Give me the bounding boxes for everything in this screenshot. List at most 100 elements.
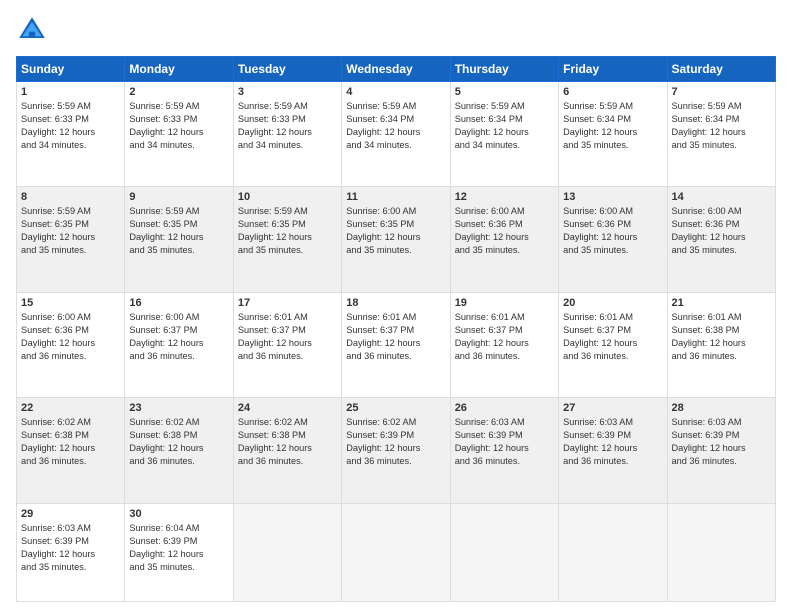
- day-number: 30: [129, 508, 228, 520]
- calendar-header-row: SundayMondayTuesdayWednesdayThursdayFrid…: [17, 57, 776, 82]
- col-header-wednesday: Wednesday: [342, 57, 450, 82]
- calendar-row-week-5: 29 Sunrise: 6:03 AMSunset: 6:39 PMDayligh…: [17, 503, 776, 601]
- day-info: Sunrise: 5:59 AMSunset: 6:34 PMDaylight:…: [672, 100, 771, 152]
- calendar-cell: [342, 503, 450, 601]
- day-info: Sunrise: 5:59 AMSunset: 6:34 PMDaylight:…: [563, 100, 662, 152]
- day-info: Sunrise: 6:00 AMSunset: 6:36 PMDaylight:…: [672, 205, 771, 257]
- calendar-cell: [667, 503, 775, 601]
- calendar-cell: [559, 503, 667, 601]
- day-number: 16: [129, 297, 228, 309]
- day-info: Sunrise: 6:01 AMSunset: 6:37 PMDaylight:…: [455, 311, 554, 363]
- calendar-cell: 27 Sunrise: 6:03 AMSunset: 6:39 PMDayligh…: [559, 398, 667, 503]
- day-number: 4: [346, 86, 445, 98]
- day-info: Sunrise: 6:03 AMSunset: 6:39 PMDaylight:…: [455, 416, 554, 468]
- day-info: Sunrise: 6:01 AMSunset: 6:37 PMDaylight:…: [563, 311, 662, 363]
- day-info: Sunrise: 6:01 AMSunset: 6:38 PMDaylight:…: [672, 311, 771, 363]
- calendar-cell: 17Sunrise: 6:01 AMSunset: 6:37 PMDayligh…: [233, 292, 341, 397]
- day-number: 12: [455, 191, 554, 203]
- day-info: Sunrise: 5:59 AMSunset: 6:33 PMDaylight:…: [129, 100, 228, 152]
- day-info: Sunrise: 6:03 AMSunset: 6:39 PMDaylight:…: [21, 522, 120, 574]
- day-info: Sunrise: 6:00 AMSunset: 6:36 PMDaylight:…: [21, 311, 120, 363]
- day-info: Sunrise: 6:00 AMSunset: 6:36 PMDaylight:…: [563, 205, 662, 257]
- day-number: 21: [672, 297, 771, 309]
- day-info: Sunrise: 5:59 AMSunset: 6:34 PMDaylight:…: [346, 100, 445, 152]
- calendar-cell: 21 Sunrise: 6:01 AMSunset: 6:38 PMDayligh…: [667, 292, 775, 397]
- calendar-cell: 20Sunrise: 6:01 AMSunset: 6:37 PMDayligh…: [559, 292, 667, 397]
- calendar-cell: 8Sunrise: 5:59 AMSunset: 6:35 PMDaylight…: [17, 187, 125, 292]
- calendar-cell: 16 Sunrise: 6:00 AMSunset: 6:37 PMDayligh…: [125, 292, 233, 397]
- calendar-cell: 28 Sunrise: 6:03 AMSunset: 6:39 PMDayligh…: [667, 398, 775, 503]
- day-info: Sunrise: 6:00 AMSunset: 6:37 PMDaylight:…: [129, 311, 228, 363]
- day-number: 10: [238, 191, 337, 203]
- day-info: Sunrise: 5:59 AMSunset: 6:35 PMDaylight:…: [238, 205, 337, 257]
- col-header-tuesday: Tuesday: [233, 57, 341, 82]
- day-info: Sunrise: 6:00 AMSunset: 6:36 PMDaylight:…: [455, 205, 554, 257]
- calendar-cell: 30 Sunrise: 6:04 AMSunset: 6:39 PMDayligh…: [125, 503, 233, 601]
- calendar-cell: 19 Sunrise: 6:01 AMSunset: 6:37 PMDayligh…: [450, 292, 558, 397]
- calendar-cell: 1 Sunrise: 5:59 AMSunset: 6:33 PMDaylight…: [17, 82, 125, 187]
- calendar-cell: 10 Sunrise: 5:59 AMSunset: 6:35 PMDayligh…: [233, 187, 341, 292]
- calendar-cell: 23Sunrise: 6:02 AMSunset: 6:38 PMDayligh…: [125, 398, 233, 503]
- day-info: Sunrise: 6:01 AMSunset: 6:37 PMDaylight:…: [346, 311, 445, 363]
- header: [16, 14, 776, 46]
- calendar-cell: [233, 503, 341, 601]
- day-info: Sunrise: 6:03 AMSunset: 6:39 PMDaylight:…: [672, 416, 771, 468]
- day-number: 19: [455, 297, 554, 309]
- col-header-friday: Friday: [559, 57, 667, 82]
- calendar-cell: 3 Sunrise: 5:59 AMSunset: 6:33 PMDaylight…: [233, 82, 341, 187]
- day-number: 13: [563, 191, 662, 203]
- logo: [16, 14, 54, 46]
- day-number: 9: [129, 191, 228, 203]
- calendar-cell: 13 Sunrise: 6:00 AMSunset: 6:36 PMDayligh…: [559, 187, 667, 292]
- calendar-cell: [450, 503, 558, 601]
- calendar-cell: 5Sunrise: 5:59 AMSunset: 6:34 PMDaylight…: [450, 82, 558, 187]
- col-header-thursday: Thursday: [450, 57, 558, 82]
- day-number: 17: [238, 297, 337, 309]
- calendar-cell: 24 Sunrise: 6:02 AMSunset: 6:38 PMDayligh…: [233, 398, 341, 503]
- calendar-cell: 11 Sunrise: 6:00 AMSunset: 6:35 PMDayligh…: [342, 187, 450, 292]
- day-info: Sunrise: 6:00 AMSunset: 6:35 PMDaylight:…: [346, 205, 445, 257]
- calendar-cell: 15 Sunrise: 6:00 AMSunset: 6:36 PMDayligh…: [17, 292, 125, 397]
- day-number: 25: [346, 402, 445, 414]
- day-info: Sunrise: 5:59 AMSunset: 6:34 PMDaylight:…: [455, 100, 554, 152]
- day-number: 1: [21, 86, 120, 98]
- calendar-cell: 12 Sunrise: 6:00 AMSunset: 6:36 PMDayligh…: [450, 187, 558, 292]
- calendar-cell: 18 Sunrise: 6:01 AMSunset: 6:37 PMDayligh…: [342, 292, 450, 397]
- day-number: 26: [455, 402, 554, 414]
- day-number: 23: [129, 402, 228, 414]
- day-info: Sunrise: 6:02 AMSunset: 6:38 PMDaylight:…: [238, 416, 337, 468]
- calendar-cell: 25 Sunrise: 6:02 AMSunset: 6:39 PMDayligh…: [342, 398, 450, 503]
- col-header-monday: Monday: [125, 57, 233, 82]
- day-number: 15: [21, 297, 120, 309]
- calendar-cell: 9 Sunrise: 5:59 AMSunset: 6:35 PMDaylight…: [125, 187, 233, 292]
- day-number: 18: [346, 297, 445, 309]
- logo-icon: [16, 14, 48, 46]
- calendar-cell: 7 Sunrise: 5:59 AMSunset: 6:34 PMDaylight…: [667, 82, 775, 187]
- day-info: Sunrise: 6:03 AMSunset: 6:39 PMDaylight:…: [563, 416, 662, 468]
- calendar-row-week-2: 8 Sunrise: 5:59 AMSunset: 6:35 PMDaylight…: [17, 187, 776, 292]
- day-info: Sunrise: 5:59 AMSunset: 6:33 PMDaylight:…: [238, 100, 337, 152]
- day-number: 28: [672, 402, 771, 414]
- day-number: 2: [129, 86, 228, 98]
- calendar-cell: 26 Sunrise: 6:03 AMSunset: 6:39 PMDayligh…: [450, 398, 558, 503]
- day-number: 3: [238, 86, 337, 98]
- day-number: 6: [563, 86, 662, 98]
- calendar-table: SundayMondayTuesdayWednesdayThursdayFrid…: [16, 56, 776, 602]
- day-number: 8: [21, 191, 120, 203]
- calendar-row-week-4: 22Sunrise: 6:02 AMSunset: 6:38 PMDayligh…: [17, 398, 776, 503]
- day-number: 27: [563, 402, 662, 414]
- day-info: Sunrise: 5:59 AMSunset: 6:33 PMDaylight:…: [21, 100, 120, 152]
- day-number: 24: [238, 402, 337, 414]
- calendar-row-week-1: 1 Sunrise: 5:59 AMSunset: 6:33 PMDaylight…: [17, 82, 776, 187]
- day-info: Sunrise: 5:59 AMSunset: 6:35 PMDaylight:…: [129, 205, 228, 257]
- day-number: 7: [672, 86, 771, 98]
- day-info: Sunrise: 6:04 AMSunset: 6:39 PMDaylight:…: [129, 522, 228, 574]
- day-number: 29: [21, 508, 120, 520]
- col-header-sunday: Sunday: [17, 57, 125, 82]
- calendar-cell: 2 Sunrise: 5:59 AMSunset: 6:33 PMDaylight…: [125, 82, 233, 187]
- day-info: Sunrise: 6:02 AMSunset: 6:39 PMDaylight:…: [346, 416, 445, 468]
- day-number: 11: [346, 191, 445, 203]
- day-info: Sunrise: 6:02 AMSunset: 6:38 PMDaylight:…: [21, 416, 120, 468]
- calendar-cell: 14Sunrise: 6:00 AMSunset: 6:36 PMDayligh…: [667, 187, 775, 292]
- col-header-saturday: Saturday: [667, 57, 775, 82]
